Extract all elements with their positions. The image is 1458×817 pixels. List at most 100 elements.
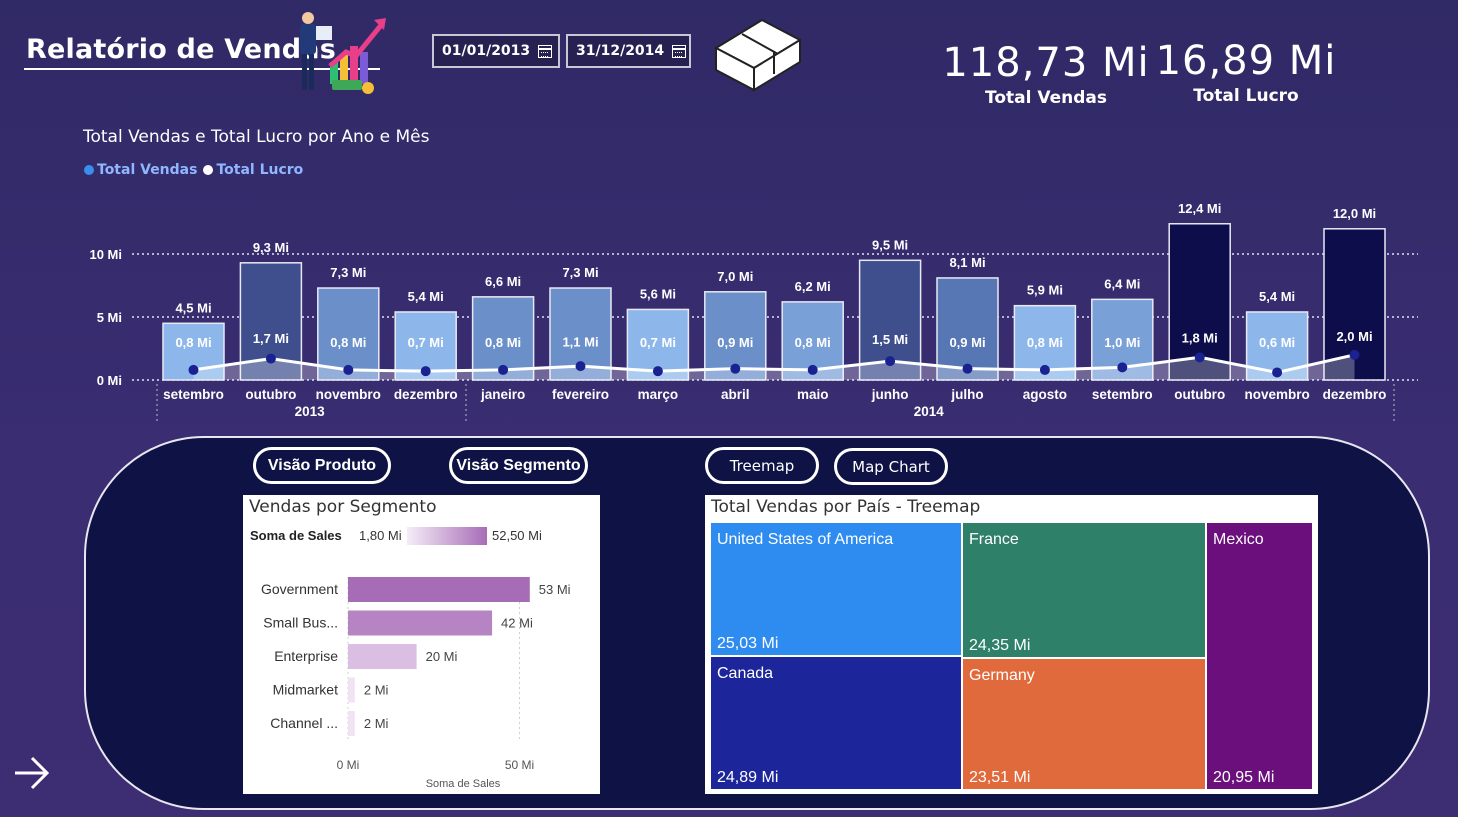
combo-chart: 10 Mi 5 Mi 0 Mi 4,5 Mi 9,3 Mi 7,3 Mi 5,4 Mi 6,6… — [89, 201, 1418, 422]
segment-category-label: Channel ... — [270, 715, 338, 731]
bar-data-label: 4,5 Mi — [175, 300, 211, 315]
x-tick-label: novembro — [316, 387, 381, 402]
x-tick-label: maio — [797, 387, 829, 402]
x-tick-label: dezembro — [394, 387, 458, 402]
segment-value-label: 42 Mi — [501, 616, 533, 631]
legend-dot — [203, 165, 214, 175]
segment-bar — [348, 577, 530, 602]
x-tick-label: abril — [721, 387, 750, 402]
segment-category-label: Enterprise — [274, 648, 338, 664]
segment-category-label: Small Bus... — [263, 615, 338, 631]
visao-produto-button[interactable]: Visão Produto — [253, 447, 391, 484]
lucro-point — [420, 366, 431, 377]
segment-category-label: Midmarket — [273, 682, 338, 698]
map-chart-button[interactable]: Map Chart — [834, 448, 948, 485]
year-label: 2014 — [914, 404, 945, 419]
y-tick-label: 0 Mi — [97, 373, 122, 388]
segment-bar — [348, 610, 493, 636]
bar-data-label: 6,6 Mi — [485, 274, 521, 289]
segment-chart-card: Vendas por Segmento Soma de Sales 1,80 M… — [243, 495, 600, 794]
treemap-card: Total Vendas por País - Treemap United S… — [705, 495, 1318, 794]
bar-data-label: 7,3 Mi — [562, 265, 598, 280]
treemap-country-label: United States of America — [717, 531, 894, 548]
bar-data-label: 12,4 Mi — [1178, 201, 1221, 216]
eraser-clear-filters-icon[interactable] — [712, 12, 804, 92]
next-page-arrow-icon[interactable] — [12, 754, 52, 792]
legend-item-lucro[interactable]: Total Lucro — [203, 162, 303, 178]
start-date-value: 01/01/2013 — [442, 43, 531, 59]
treemap-cell-germany[interactable]: Germany 23,51 Mi — [963, 659, 1205, 789]
bar-data-label: 5,4 Mi — [408, 289, 444, 304]
lucro-data-label: 1,1 Mi — [562, 334, 598, 349]
lucro-data-label: 0,9 Mi — [949, 335, 985, 350]
lucro-data-label: 0,8 Mi — [485, 335, 521, 350]
kpi-label: Total Lucro — [1193, 86, 1299, 106]
lucro-point — [498, 364, 509, 375]
bar-data-label: 7,0 Mi — [717, 269, 753, 284]
x-tick-label: julho — [950, 387, 983, 402]
kpi-total-vendas: 118,73 Mi Total Vendas — [940, 40, 1152, 108]
lucro-data-label: 0,8 Mi — [175, 335, 211, 350]
x-tick-label: setembro — [1092, 387, 1153, 402]
lucro-point — [343, 364, 354, 375]
treemap-button[interactable]: Treemap — [705, 447, 819, 484]
lucro-data-label: 0,8 Mi — [1027, 335, 1063, 350]
visao-segmento-button[interactable]: Visão Segmento — [449, 447, 588, 484]
bar-data-label: 12,0 Mi — [1333, 206, 1376, 221]
end-date-value: 31/12/2014 — [576, 43, 665, 59]
legend-label: Total Lucro — [216, 162, 304, 178]
legend-label: Total Vendas — [97, 162, 198, 178]
lucro-point — [1349, 349, 1360, 360]
y-tick-label: 10 Mi — [89, 247, 122, 262]
y-tick-label: 5 Mi — [97, 310, 122, 325]
segment-category-label: Government — [261, 581, 338, 597]
lucro-point — [265, 353, 276, 364]
treemap-value-label: 24,35 Mi — [969, 637, 1031, 654]
calendar-icon[interactable] — [672, 44, 687, 58]
lucro-data-label: 0,8 Mi — [795, 335, 831, 350]
treemap-title: Total Vendas por País - Treemap — [711, 497, 981, 517]
lucro-data-label: 1,8 Mi — [1182, 330, 1218, 345]
x-tick-label: dezembro — [1323, 387, 1387, 402]
x-tick-label: novembro — [1244, 387, 1309, 402]
bar-data-label: 8,1 Mi — [949, 255, 985, 270]
calendar-icon[interactable] — [538, 44, 553, 58]
segment-bar — [348, 644, 417, 669]
treemap-cell-mexico[interactable]: Mexico 20,95 Mi — [1207, 523, 1312, 789]
lucro-point — [885, 356, 896, 367]
segment-value-label: 2 Mi — [364, 683, 389, 698]
treemap-value-label: 23,51 Mi — [969, 769, 1031, 786]
lucro-point — [807, 364, 818, 375]
lucro-point — [188, 364, 199, 375]
lucro-data-label: 1,0 Mi — [1104, 335, 1140, 350]
treemap-country-label: France — [969, 531, 1019, 548]
bar-data-label: 9,5 Mi — [872, 237, 908, 252]
bar-data-label: 6,4 Mi — [1104, 276, 1140, 291]
lucro-data-label: 0,6 Mi — [1259, 335, 1295, 350]
lucro-point — [1272, 367, 1283, 378]
end-date-picker[interactable]: 31/12/2014 — [566, 34, 691, 68]
start-date-picker[interactable]: 01/01/2013 — [432, 34, 560, 68]
bar-data-label: 5,4 Mi — [1259, 289, 1295, 304]
lucro-point — [1194, 352, 1205, 363]
treemap-value-label: 25,03 Mi — [717, 635, 779, 652]
x-tick-label: outubro — [245, 387, 296, 402]
segment-value-label: 2 Mi — [364, 716, 389, 731]
treemap-value-label: 24,89 Mi — [717, 769, 779, 786]
x-tick-label: outubro — [1174, 387, 1225, 402]
legend-item-vendas[interactable]: Total Vendas — [84, 162, 197, 178]
chart-title: Total Vendas e Total Lucro por Ano e Mês — [83, 127, 430, 147]
lucro-point — [652, 366, 663, 377]
segment-value-label: 20 Mi — [426, 649, 458, 664]
treemap-cell-canada[interactable]: Canada 24,89 Mi — [711, 657, 961, 789]
treemap-cell-usa[interactable]: United States of America 25,03 Mi — [711, 523, 961, 655]
bar-data-label: 7,3 Mi — [330, 265, 366, 280]
treemap-cell-france[interactable]: France 24,35 Mi — [963, 523, 1205, 657]
x-tick-label: agosto — [1023, 387, 1067, 402]
x-tick-label: junho — [871, 387, 909, 402]
segment-value-label: 53 Mi — [539, 582, 571, 597]
lucro-data-label: 1,7 Mi — [253, 331, 289, 346]
year-label: 2013 — [295, 404, 326, 419]
lucro-point — [1039, 364, 1050, 375]
x-tick-label: 50 Mi — [505, 758, 534, 772]
